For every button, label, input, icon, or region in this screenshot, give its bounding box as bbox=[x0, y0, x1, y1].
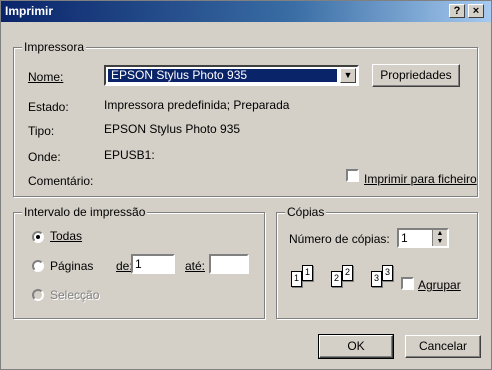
to-page-input[interactable] bbox=[209, 254, 249, 274]
print-dialog: Imprimir ? × Impressora Nome: EPSON Styl… bbox=[0, 0, 492, 370]
status-label: Estado: bbox=[28, 100, 69, 114]
properties-button[interactable]: Propriedades bbox=[372, 64, 460, 87]
title-bar[interactable]: Imprimir ? × bbox=[1, 1, 491, 22]
print-to-file-checkbox[interactable] bbox=[346, 169, 359, 182]
window-title: Imprimir bbox=[5, 4, 54, 18]
print-range-group: Intervalo de impressão Todas Páginas de:… bbox=[13, 205, 265, 319]
collate-checkbox[interactable] bbox=[401, 277, 414, 290]
page-stack-3-back: 3 bbox=[371, 271, 382, 287]
page-stack-3-front: 3 bbox=[382, 265, 393, 281]
type-label: Tipo: bbox=[28, 124, 55, 138]
where-value: EPUSB1: bbox=[104, 148, 155, 162]
to-label: até: bbox=[185, 259, 206, 273]
status-value: Impressora predefinida; Preparada bbox=[104, 98, 290, 112]
printer-name-value: EPSON Stylus Photo 935 bbox=[108, 69, 337, 82]
ok-button[interactable]: OK bbox=[318, 334, 394, 359]
all-pages-label[interactable]: Todas bbox=[50, 229, 82, 243]
selection-radio[interactable] bbox=[32, 289, 44, 301]
type-value: EPSON Stylus Photo 935 bbox=[104, 122, 241, 136]
copies-count-input[interactable]: 1 ▲ ▼ bbox=[397, 228, 449, 248]
copies-group: Cópias Número de cópias: 1 ▲ ▼ 1 1 2 2 3 … bbox=[276, 205, 478, 319]
comment-label: Comentário: bbox=[28, 174, 94, 188]
name-label: Nome: bbox=[28, 70, 64, 84]
cancel-button[interactable]: Cancelar bbox=[405, 335, 481, 358]
copies-count-label: Número de cópias: bbox=[289, 232, 390, 246]
pages-label[interactable]: Páginas bbox=[50, 259, 93, 273]
where-label: Onde: bbox=[28, 150, 61, 164]
all-pages-radio[interactable] bbox=[32, 231, 44, 243]
help-button[interactable]: ? bbox=[449, 4, 465, 18]
page-stack-1-back: 1 bbox=[291, 271, 302, 287]
page-stack-1-front: 1 bbox=[302, 265, 313, 281]
copies-count-value: 1 bbox=[401, 231, 408, 245]
printer-group: Impressora Nome: EPSON Stylus Photo 935 … bbox=[13, 40, 478, 197]
selection-label: Selecção bbox=[50, 288, 100, 302]
print-range-group-label: Intervalo de impressão bbox=[22, 205, 148, 219]
page-stack-2-front: 2 bbox=[342, 265, 353, 281]
copies-group-label: Cópias bbox=[285, 205, 327, 219]
from-page-input[interactable]: 1 bbox=[131, 254, 175, 274]
printer-group-label: Impressora bbox=[22, 40, 87, 54]
printer-name-select[interactable]: EPSON Stylus Photo 935 ▼ bbox=[104, 65, 359, 86]
print-to-file-label[interactable]: Imprimir para ficheiro bbox=[364, 172, 477, 186]
close-button[interactable]: × bbox=[468, 4, 484, 18]
collate-label[interactable]: Agrupar bbox=[418, 278, 461, 292]
page-stack-2-back: 2 bbox=[331, 271, 342, 287]
pages-radio[interactable] bbox=[32, 260, 44, 272]
chevron-down-icon[interactable]: ▼ bbox=[340, 68, 356, 83]
spin-arrows-icon[interactable]: ▲ ▼ bbox=[432, 230, 447, 246]
